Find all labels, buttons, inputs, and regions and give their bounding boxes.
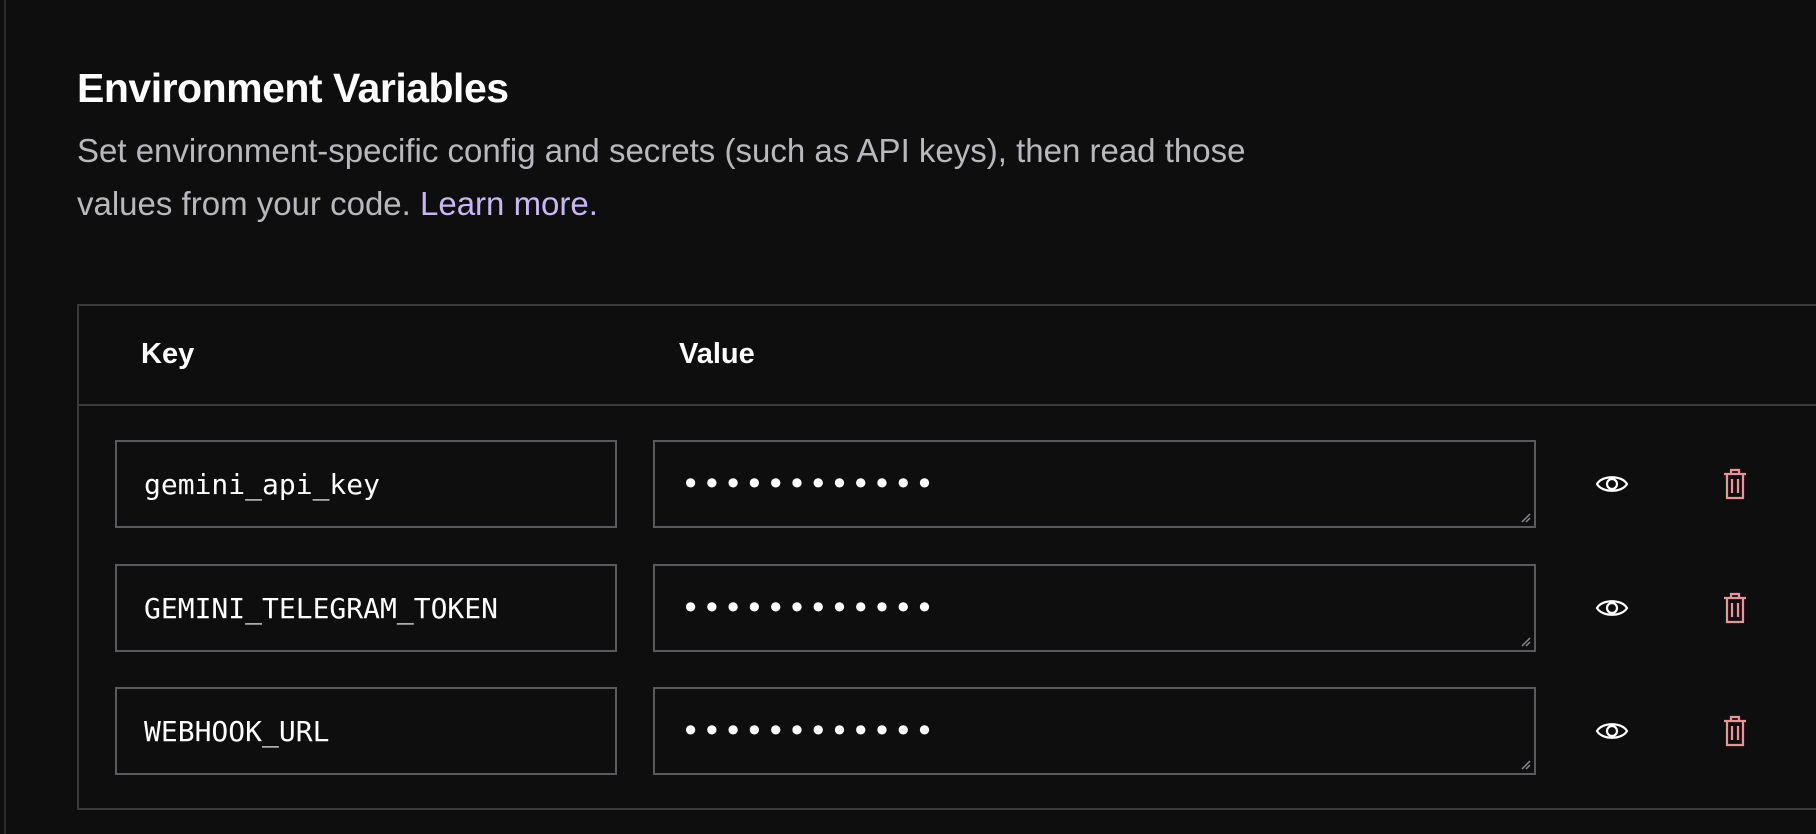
reveal-value-button[interactable] [1590, 586, 1634, 630]
reveal-value-button[interactable] [1590, 462, 1634, 506]
resize-grip-icon[interactable] [1519, 511, 1531, 523]
masked-value: •••••••••••• [681, 465, 937, 503]
column-header-key: Key [141, 338, 195, 370]
delete-variable-button[interactable] [1713, 586, 1757, 630]
key-input[interactable] [115, 440, 617, 528]
section-description: Set environment-specific config and secr… [77, 124, 1337, 230]
masked-value: •••••••••••• [681, 589, 937, 627]
value-input[interactable]: •••••••••••• [653, 440, 1536, 528]
value-input[interactable]: •••••••••••• [653, 687, 1536, 775]
column-header-value: Value [679, 338, 755, 370]
trash-icon [1724, 468, 1746, 500]
trash-icon [1724, 715, 1746, 747]
masked-value: •••••••••••• [681, 712, 937, 750]
resize-grip-icon[interactable] [1519, 758, 1531, 770]
table-row: •••••••••••• [115, 687, 1815, 775]
section-header: Environment Variables Set environment-sp… [77, 62, 1377, 230]
page-title: Environment Variables [77, 65, 509, 111]
eye-icon [1595, 723, 1629, 739]
left-divider [4, 0, 6, 834]
key-input[interactable] [115, 687, 617, 775]
learn-more-link[interactable]: Learn more. [420, 185, 598, 222]
delete-variable-button[interactable] [1713, 462, 1757, 506]
table-row: •••••••••••• [115, 440, 1815, 528]
table-row: •••••••••••• [115, 564, 1815, 652]
delete-variable-button[interactable] [1713, 709, 1757, 753]
key-input[interactable] [115, 564, 617, 652]
eye-icon [1595, 476, 1629, 492]
env-vars-table: Key Value •••••••••••• •••••••••••• [77, 304, 1816, 810]
reveal-value-button[interactable] [1590, 709, 1634, 753]
resize-grip-icon[interactable] [1519, 635, 1531, 647]
trash-icon [1724, 592, 1746, 624]
value-input[interactable]: •••••••••••• [653, 564, 1536, 652]
eye-icon [1595, 600, 1629, 616]
table-header: Key Value [79, 306, 1816, 406]
description-text: Set environment-specific config and secr… [77, 132, 1246, 222]
